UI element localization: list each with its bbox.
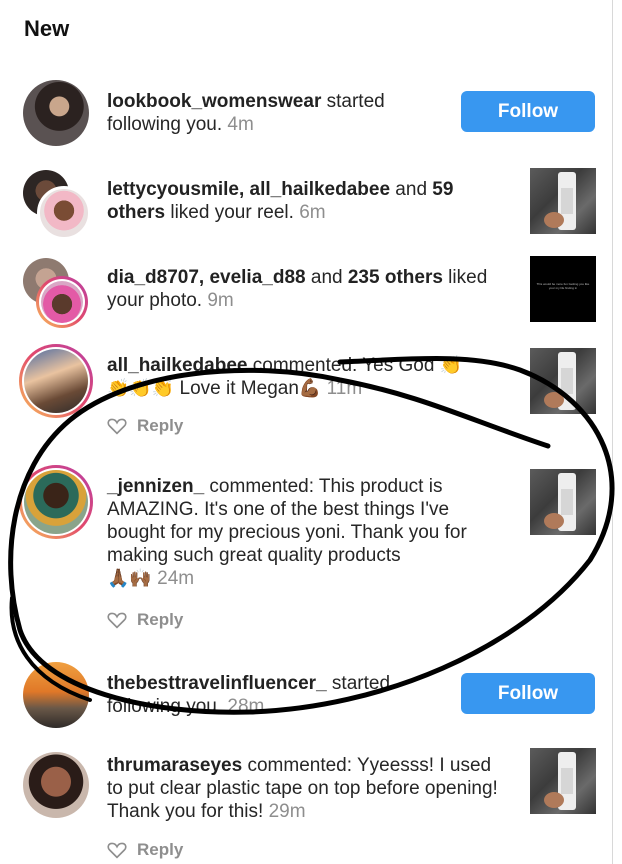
username[interactable]: lookbook_womenswear: [107, 91, 321, 112]
timestamp: 4m: [227, 114, 254, 135]
product-bottle-image: [544, 752, 576, 810]
notification-follow[interactable]: thebesttravelinfluencer_ started followi…: [0, 662, 612, 742]
clap-emoji: 👏: [439, 355, 463, 375]
avatar-story-ring[interactable]: [19, 344, 93, 418]
heart-icon[interactable]: [107, 611, 127, 629]
avatar-front-story-ring[interactable]: [36, 276, 88, 328]
thumbnail-caption: This would be more fun Getting you like …: [536, 282, 590, 290]
reply-label[interactable]: Reply: [137, 840, 183, 860]
follow-button[interactable]: Follow: [461, 673, 595, 714]
timestamp: 24m: [157, 568, 195, 589]
timestamp: 29m: [268, 801, 306, 822]
post-thumbnail[interactable]: [530, 469, 596, 535]
reply-link[interactable]: Reply: [107, 416, 183, 436]
avatar-front[interactable]: [37, 186, 91, 240]
product-bottle-image: [544, 352, 576, 410]
clap-emoji: 👏: [151, 378, 175, 398]
notification-text: thebesttravelinfluencer_ started followi…: [107, 673, 391, 717]
username[interactable]: all_hailkedabee: [107, 355, 247, 376]
product-bottle-image: [544, 172, 576, 230]
avatar[interactable]: [23, 662, 89, 728]
praying-hands-emoji: 🙏🏾: [107, 568, 130, 588]
notification-comment[interactable]: thrumaraseyes commented: Yyeesss! I used…: [0, 748, 612, 864]
timestamp: 6m: [299, 202, 326, 223]
flexed-arm-emoji: 💪🏾: [298, 378, 322, 398]
username[interactable]: thebesttravelinfluencer_: [107, 673, 327, 694]
avatar-story-ring[interactable]: [19, 465, 93, 539]
raising-hands-emoji: 🙌🏾: [129, 568, 152, 588]
usernames[interactable]: lettycyousmile, all_hailkedabee: [107, 179, 390, 200]
timestamp: 28m: [227, 696, 265, 717]
heart-icon[interactable]: [107, 417, 127, 435]
notification-comment[interactable]: all_hailkedabee commented: Yes God 👏 👏👏👏…: [0, 344, 612, 444]
heart-icon[interactable]: [107, 841, 127, 859]
usernames[interactable]: dia_d8707, evelia_d88: [107, 267, 306, 288]
post-thumbnail[interactable]: [530, 748, 596, 814]
username[interactable]: _jennizen_: [107, 476, 204, 497]
post-thumbnail[interactable]: This would be more fun Getting you like …: [530, 256, 596, 322]
notification-text: all_hailkedabee commented: Yes God 👏 👏👏👏…: [107, 355, 463, 399]
reply-label[interactable]: Reply: [137, 610, 183, 630]
notification-like[interactable]: dia_d8707, evelia_d88 and 235 others lik…: [0, 256, 612, 336]
notification-text: thrumaraseyes commented: Yyeesss! I used…: [107, 755, 498, 822]
clap-emoji: 👏: [107, 378, 130, 398]
notification-comment[interactable]: _jennizen_ commented: This product is AM…: [0, 465, 612, 635]
timestamp: 9m: [207, 290, 234, 311]
username[interactable]: thrumaraseyes: [107, 755, 242, 776]
clap-emoji: 👏: [129, 378, 152, 398]
follow-button[interactable]: Follow: [461, 91, 595, 132]
avatar[interactable]: [23, 752, 89, 818]
reply-link[interactable]: Reply: [107, 840, 183, 860]
post-thumbnail[interactable]: [530, 348, 596, 414]
notification-follow[interactable]: lookbook_womenswear started following yo…: [0, 80, 612, 160]
timestamp: 11m: [326, 378, 363, 399]
reply-link[interactable]: Reply: [107, 610, 183, 630]
activity-feed: New lookbook_womenswear started followin…: [0, 0, 613, 864]
notification-text: _jennizen_ commented: This product is AM…: [107, 476, 467, 589]
notification-text: lettycyousmile, all_hailkedabee and 59 o…: [107, 179, 454, 223]
section-title: New: [24, 16, 70, 41]
notification-text: dia_d8707, evelia_d88 and 235 others lik…: [107, 267, 488, 311]
avatar[interactable]: [23, 80, 89, 146]
notification-like[interactable]: lettycyousmile, all_hailkedabee and 59 o…: [0, 168, 612, 248]
post-thumbnail[interactable]: [530, 168, 596, 234]
reply-label[interactable]: Reply: [137, 416, 183, 436]
others-count[interactable]: 235 others: [348, 267, 443, 288]
notification-text: lookbook_womenswear started following yo…: [107, 91, 385, 135]
product-bottle-image: [544, 473, 576, 531]
